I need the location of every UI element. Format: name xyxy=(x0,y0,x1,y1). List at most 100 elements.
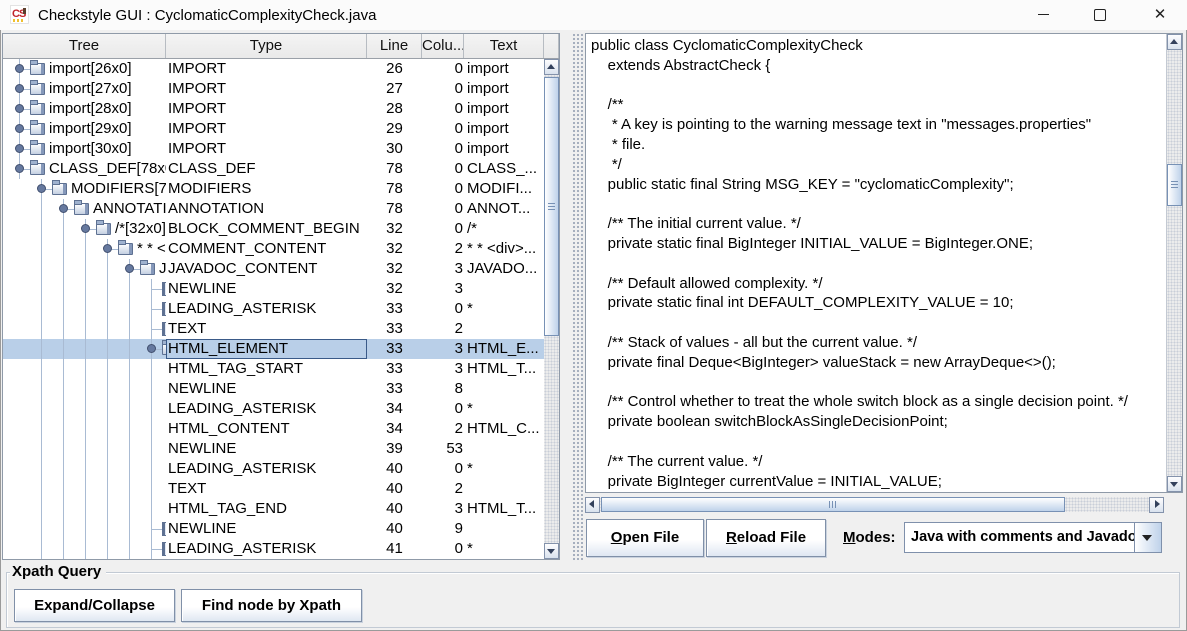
chevron-down-icon[interactable] xyxy=(1134,523,1161,552)
modes-select[interactable]: Java with comments and Javadocs xyxy=(904,522,1162,553)
split-divider[interactable] xyxy=(572,33,583,560)
code-horizontal-scrollbar[interactable] xyxy=(585,497,1164,512)
tree-table-row[interactable]: import[27x0]IMPORT270import xyxy=(3,79,544,99)
code-line: private static final int DEFAULT_COMPLEX… xyxy=(591,293,1166,313)
scrollbar-thumb[interactable] xyxy=(1167,164,1182,206)
tree-node-label: ANNOTATION[78x0] xyxy=(93,199,166,219)
tree-guide-line xyxy=(85,519,86,539)
scrollbar-track[interactable] xyxy=(544,75,559,543)
tree-guide-line xyxy=(129,439,130,459)
tree-vertical-scrollbar[interactable] xyxy=(544,59,559,559)
expand-handle-icon[interactable] xyxy=(15,84,24,93)
tree-table-row[interactable]: TEXTTEXT402 xyxy=(3,479,544,499)
tree-table-row[interactable]: NEWLINENEWLINE3953 xyxy=(3,439,544,459)
tree-guide-line xyxy=(85,299,86,319)
tree-table-row[interactable]: NEWLINENEWLINE338 xyxy=(3,379,544,399)
tree-table-row[interactable]: NEWLINENEWLINE409 xyxy=(3,519,544,539)
tree-guide-line xyxy=(63,519,64,539)
tree-table-row[interactable]: HTML_TAG_ENDHTML_TAG_END403HTML_T... xyxy=(3,499,544,519)
find-node-by-xpath-button[interactable]: Find node by Xpath xyxy=(181,589,362,622)
tree-node-label: import[27x0] xyxy=(49,79,132,99)
tree-table-row[interactable]: LEADING_ASTERISKLEADING_ASTERISK410* xyxy=(3,539,544,559)
tree-table-row[interactable]: NEWLINENEWLINE323 xyxy=(3,279,544,299)
tree-guide-line xyxy=(85,419,86,439)
line-cell: 27 xyxy=(367,79,422,99)
tree-table-row[interactable]: ANNOTATION[78x0]ANNOTATION780ANNOT... xyxy=(3,199,544,219)
collapse-handle-icon[interactable] xyxy=(37,184,46,193)
tree-table-row[interactable]: CLASS_DEF[78x0]CLASS_DEF780CLASS_... xyxy=(3,159,544,179)
scroll-down-icon[interactable] xyxy=(544,543,559,559)
tree-guide-line xyxy=(107,339,108,359)
reload-file-button[interactable]: Reload File xyxy=(706,519,826,557)
scrollbar-track[interactable] xyxy=(600,497,1149,512)
tree-table-row[interactable]: TEXTTEXT332 xyxy=(3,319,544,339)
column-header-type[interactable]: Type xyxy=(166,34,367,58)
scrollbar-thumb[interactable] xyxy=(601,497,1065,512)
type-cell: MODIFIERS xyxy=(166,179,367,199)
tree-guide-line xyxy=(41,279,42,299)
open-file-button[interactable]: Open File xyxy=(586,519,704,557)
tree-table-row[interactable]: LEADING_ASTERISKLEADING_ASTERISK340* xyxy=(3,399,544,419)
folder-icon xyxy=(74,203,89,215)
type-cell: NEWLINE xyxy=(166,519,367,539)
tree-table-row[interactable]: import[26x0]IMPORT260import xyxy=(3,59,544,79)
type-cell: TEXT xyxy=(166,479,367,499)
tree-table-row[interactable]: * * <div>...COMMENT_CONTENT322* * <div>.… xyxy=(3,239,544,259)
code-panel: public class CyclomaticComplexityCheck e… xyxy=(585,33,1183,493)
expand-handle-icon[interactable] xyxy=(15,64,24,73)
column-header-text[interactable]: Text xyxy=(464,34,544,58)
collapse-handle-icon[interactable] xyxy=(125,264,134,273)
expand-handle-icon[interactable] xyxy=(15,104,24,113)
collapse-handle-icon[interactable] xyxy=(147,344,156,353)
column-cell: 0 xyxy=(422,99,464,119)
column-header-line[interactable]: Line xyxy=(367,34,422,58)
expand-handle-icon[interactable] xyxy=(15,144,24,153)
type-cell: HTML_TAG_END xyxy=(166,499,367,519)
column-cell: 3 xyxy=(422,339,464,359)
tree-guide-line xyxy=(85,379,86,399)
scroll-right-icon[interactable] xyxy=(1149,497,1164,513)
code-editor[interactable]: public class CyclomaticComplexityCheck e… xyxy=(586,34,1166,492)
tree-table-row[interactable]: LEADING_ASTERISKLEADING_ASTERISK400* xyxy=(3,459,544,479)
tree-guide-line xyxy=(107,259,108,279)
scroll-up-icon[interactable] xyxy=(1167,34,1182,50)
expand-handle-icon[interactable] xyxy=(15,124,24,133)
tree-cell: import[29x0] xyxy=(3,119,166,139)
tree-table-row[interactable]: HTML_ELEMENTHTML_ELEMENT333HTML_E... xyxy=(3,339,544,359)
tree-guide-line xyxy=(63,399,64,419)
column-header-tree[interactable]: Tree xyxy=(3,34,166,58)
column-header-columns[interactable]: Colu... xyxy=(422,34,464,58)
scroll-down-icon[interactable] xyxy=(1167,476,1182,492)
scrollbar-thumb[interactable] xyxy=(544,77,559,336)
maximize-button[interactable] xyxy=(1077,0,1123,30)
tree-guide-line xyxy=(63,339,64,359)
text-cell: HTML_T... xyxy=(464,359,544,379)
expand-collapse-button[interactable]: Expand/Collapse xyxy=(14,589,175,622)
tree-table-row[interactable]: HTML_CONTENTHTML_CONTENT342HTML_C... xyxy=(3,419,544,439)
collapse-handle-icon[interactable] xyxy=(103,244,112,253)
tree-guide-line xyxy=(85,339,86,359)
scrollbar-track[interactable] xyxy=(1167,50,1182,476)
tree-table-row[interactable]: LEADING_ASTERISKLEADING_ASTERISK330* xyxy=(3,299,544,319)
code-vertical-scrollbar[interactable] xyxy=(1166,34,1182,492)
scroll-up-icon[interactable] xyxy=(544,59,559,75)
minimize-button[interactable] xyxy=(1020,0,1066,30)
tree-table-row[interactable]: JAVADOC_CONTENTJAVADOC_CONTENT323JAVADO.… xyxy=(3,259,544,279)
tree-table-row[interactable]: HTML_TAG_STARTHTML_TAG_START333HTML_T... xyxy=(3,359,544,379)
collapse-handle-icon[interactable] xyxy=(15,164,24,173)
tree-table-row[interactable]: MODIFIERS[78x0]MODIFIERS780MODIFI... xyxy=(3,179,544,199)
close-button[interactable]: ✕ xyxy=(1137,0,1183,30)
tree-guide-line xyxy=(41,499,42,519)
tree-table-row[interactable]: import[28x0]IMPORT280import xyxy=(3,99,544,119)
column-cell: 3 xyxy=(422,259,464,279)
code-line xyxy=(591,254,1166,274)
tree-cell: CLASS_DEF[78x0] xyxy=(3,159,166,179)
tree-table-row[interactable]: import[30x0]IMPORT300import xyxy=(3,139,544,159)
tree-cell: NEWLINE xyxy=(3,379,166,399)
collapse-handle-icon[interactable] xyxy=(59,204,68,213)
tree-table-row[interactable]: import[29x0]IMPORT290import xyxy=(3,119,544,139)
collapse-handle-icon[interactable] xyxy=(81,224,90,233)
tree-guide-line xyxy=(41,339,42,359)
tree-table-row[interactable]: /*[32x0]BLOCK_COMMENT_BEGIN320/* xyxy=(3,219,544,239)
scroll-left-icon[interactable] xyxy=(585,497,600,513)
